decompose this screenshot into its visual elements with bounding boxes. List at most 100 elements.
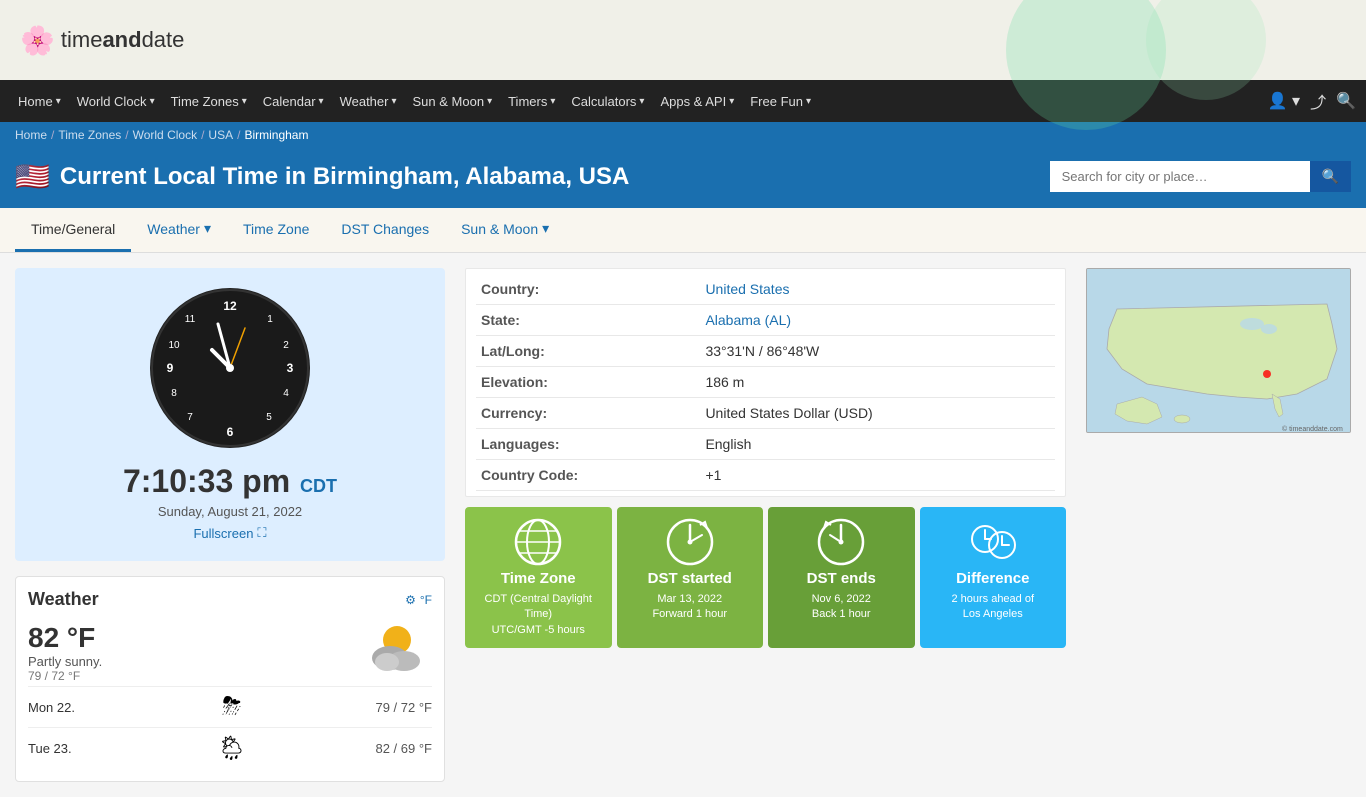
fullscreen-link[interactable]: Fullscreen ⛶ bbox=[35, 525, 425, 541]
logo-area: 🌸 timeanddate bbox=[0, 0, 1366, 80]
dst-end-sub2: Back 1 hour bbox=[776, 607, 907, 622]
svg-text:10: 10 bbox=[168, 340, 180, 351]
weather-section: Weather ⚙ °F 82 °F Partly sunny. 79 / 72… bbox=[15, 576, 445, 782]
dst-end-sub1: Nov 6, 2022 bbox=[776, 592, 907, 607]
weather-header: Weather ⚙ °F bbox=[28, 589, 432, 610]
weather-icon-area bbox=[362, 618, 432, 686]
search-icon[interactable]: 🔍 bbox=[1336, 91, 1356, 111]
svg-text:6: 6 bbox=[227, 425, 234, 439]
chevron-down-icon: ▾ bbox=[550, 96, 555, 107]
timezone-box-title: Time Zone bbox=[473, 570, 604, 587]
dst-start-title: DST started bbox=[625, 570, 756, 587]
logo-text: timeanddate bbox=[61, 27, 185, 53]
info-box-timezone[interactable]: Time Zone CDT (Central Daylight Time) UT… bbox=[465, 507, 612, 648]
timezone-box-sub2: UTC/GMT -5 hours bbox=[473, 623, 604, 638]
weather-icon bbox=[362, 627, 432, 685]
chevron-down-icon: ▾ bbox=[204, 220, 211, 237]
info-box-dst-ends[interactable]: DST ends Nov 6, 2022 Back 1 hour bbox=[768, 507, 915, 648]
top-nav: Home ▾ World Clock ▾ Time Zones ▾ Calend… bbox=[0, 80, 1366, 122]
nav-sun-moon[interactable]: Sun & Moon ▾ bbox=[405, 94, 501, 109]
svg-text:5: 5 bbox=[266, 412, 272, 423]
info-box-dst-started[interactable]: DST started Mar 13, 2022 Forward 1 hour bbox=[617, 507, 764, 648]
weather-title: Weather bbox=[28, 589, 99, 610]
table-row: State: Alabama (AL) bbox=[476, 305, 1055, 336]
table-row: Lat/Long: 33°31'N / 86°48'W bbox=[476, 336, 1055, 367]
dst-end-title: DST ends bbox=[776, 570, 907, 587]
nav-timers[interactable]: Timers ▾ bbox=[500, 94, 563, 109]
chevron-down-icon: ▾ bbox=[56, 96, 61, 107]
tab-sun-moon[interactable]: Sun & Moon ▾ bbox=[445, 208, 565, 252]
svg-text:© timeanddate.com: © timeanddate.com bbox=[1282, 425, 1343, 433]
currency-value: United States Dollar (USD) bbox=[700, 398, 1055, 429]
mid-column: Country: United States State: Alabama (A… bbox=[465, 268, 1066, 782]
page-title: Current Local Time in Birmingham, Alabam… bbox=[60, 163, 629, 191]
svg-text:12: 12 bbox=[223, 299, 237, 313]
difference-icon bbox=[928, 517, 1059, 570]
fullscreen-icon: ⛶ bbox=[257, 525, 266, 541]
nav-calculators[interactable]: Calculators ▾ bbox=[563, 94, 652, 109]
forecast-day: Mon 22. bbox=[28, 700, 88, 715]
clock-time: 7:10:33 pm CDT bbox=[35, 463, 425, 500]
latlong-label: Lat/Long: bbox=[476, 336, 700, 367]
nav-free-fun[interactable]: Free Fun ▾ bbox=[742, 94, 819, 109]
country-flag: 🇺🇸 bbox=[15, 160, 50, 193]
tab-time-general[interactable]: Time/General bbox=[15, 208, 131, 252]
breadcrumb-usa[interactable]: USA bbox=[208, 128, 233, 142]
search-input[interactable] bbox=[1050, 161, 1310, 192]
nav-calendar[interactable]: Calendar ▾ bbox=[255, 94, 332, 109]
share-icon[interactable]: ⤴ bbox=[1310, 89, 1326, 113]
country-label: Country: bbox=[476, 274, 700, 305]
svg-text:3: 3 bbox=[287, 361, 294, 375]
left-column: 12 3 6 9 1 2 4 5 7 8 10 11 bbox=[15, 268, 445, 782]
gear-icon: ⚙ bbox=[405, 593, 416, 607]
tab-weather[interactable]: Weather ▾ bbox=[131, 208, 227, 252]
clock-section: 12 3 6 9 1 2 4 5 7 8 10 11 bbox=[15, 268, 445, 561]
info-box-difference[interactable]: Difference 2 hours ahead of Los Angeles bbox=[920, 507, 1067, 648]
map-container[interactable]: © timeanddate.com bbox=[1086, 268, 1351, 433]
state-link[interactable]: Alabama (AL) bbox=[705, 312, 791, 328]
svg-text:7: 7 bbox=[187, 412, 193, 423]
logo[interactable]: 🌸 timeanddate bbox=[20, 24, 184, 57]
search-box: 🔍 bbox=[1050, 161, 1351, 192]
breadcrumb: Home / Time Zones / World Clock / USA / … bbox=[15, 128, 308, 142]
tab-dst-changes[interactable]: DST Changes bbox=[325, 208, 445, 252]
breadcrumb-world-clock[interactable]: World Clock bbox=[133, 128, 197, 142]
chevron-down-icon: ▾ bbox=[806, 96, 811, 107]
chevron-down-icon: ▾ bbox=[639, 96, 644, 107]
breadcrumb-sep: / bbox=[125, 128, 128, 142]
breadcrumb-bar: Home / Time Zones / World Clock / USA / … bbox=[0, 122, 1366, 148]
search-button[interactable]: 🔍 bbox=[1310, 161, 1351, 192]
nav-icons: 👤 ▾ ⤴ 🔍 bbox=[1268, 89, 1356, 113]
dst-start-icon bbox=[625, 517, 756, 570]
countrycode-label: Country Code: bbox=[476, 460, 700, 491]
breadcrumb-sep: / bbox=[51, 128, 54, 142]
tab-time-zone[interactable]: Time Zone bbox=[227, 208, 325, 252]
timezone-box-sub1: CDT (Central Daylight Time) bbox=[473, 592, 604, 623]
currency-label: Currency: bbox=[476, 398, 700, 429]
logo-icon: 🌸 bbox=[20, 24, 55, 57]
breadcrumb-home[interactable]: Home bbox=[15, 128, 47, 142]
analog-clock: 12 3 6 9 1 2 4 5 7 8 10 11 bbox=[150, 288, 310, 448]
chevron-down-icon: ▾ bbox=[150, 96, 155, 107]
dst-start-sub2: Forward 1 hour bbox=[625, 607, 756, 622]
location-info-table: Country: United States State: Alabama (A… bbox=[476, 274, 1055, 491]
weather-settings[interactable]: ⚙ °F bbox=[405, 593, 432, 607]
country-link[interactable]: United States bbox=[705, 281, 789, 297]
nav-world-clock[interactable]: World Clock ▾ bbox=[69, 94, 163, 109]
nav-weather[interactable]: Weather ▾ bbox=[332, 94, 405, 109]
breadcrumb-time-zones[interactable]: Time Zones bbox=[58, 128, 121, 142]
info-table-container: Country: United States State: Alabama (A… bbox=[465, 268, 1066, 497]
weather-temp: 82 °F bbox=[28, 622, 102, 654]
nav-time-zones[interactable]: Time Zones ▾ bbox=[163, 94, 255, 109]
chevron-down-icon: ▾ bbox=[391, 96, 396, 107]
nav-home[interactable]: Home ▾ bbox=[10, 94, 69, 109]
country-value: United States bbox=[700, 274, 1055, 305]
user-icon[interactable]: 👤 ▾ bbox=[1268, 91, 1300, 111]
state-label: State: bbox=[476, 305, 700, 336]
table-row: Currency: United States Dollar (USD) bbox=[476, 398, 1055, 429]
nav-apps-api[interactable]: Apps & API ▾ bbox=[652, 94, 742, 109]
chevron-down-icon: ▾ bbox=[319, 96, 324, 107]
table-row: Elevation: 186 m bbox=[476, 367, 1055, 398]
svg-text:8: 8 bbox=[171, 388, 177, 399]
languages-label: Languages: bbox=[476, 429, 700, 460]
